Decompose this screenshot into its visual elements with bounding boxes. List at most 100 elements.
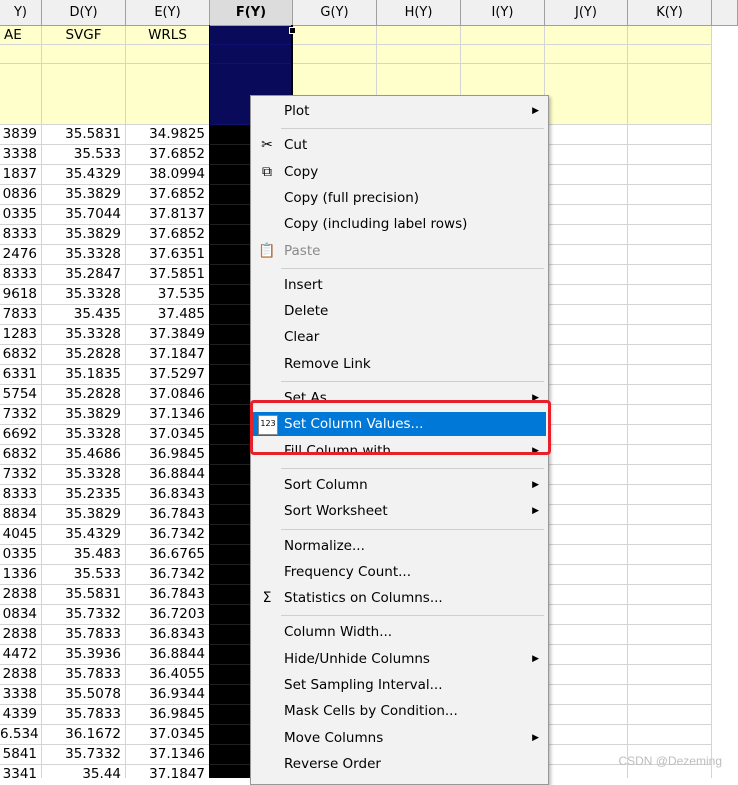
menu-item-remove-link[interactable]: Remove Link [253, 352, 546, 376]
data-cell[interactable] [545, 525, 628, 545]
data-cell[interactable] [628, 145, 712, 165]
data-cell[interactable]: 5841 [0, 745, 42, 765]
data-cell[interactable]: 37.535 [126, 285, 210, 305]
data-cell[interactable]: 6692 [0, 425, 42, 445]
data-cell[interactable] [545, 125, 628, 145]
data-cell[interactable]: 6832 [0, 445, 42, 465]
menu-item-mask-cells-by-condition[interactable]: Mask Cells by Condition... [253, 699, 546, 723]
column-header[interactable]: J(Y) [545, 0, 628, 26]
data-cell[interactable]: 35.5831 [42, 125, 126, 145]
data-cell[interactable]: 35.533 [42, 565, 126, 585]
label-row-cell[interactable] [210, 45, 293, 64]
data-cell[interactable] [545, 705, 628, 725]
data-cell[interactable] [545, 165, 628, 185]
data-cell[interactable]: 35.3829 [42, 225, 126, 245]
data-cell[interactable] [545, 345, 628, 365]
data-cell[interactable]: 36.7843 [126, 505, 210, 525]
data-cell[interactable] [628, 665, 712, 685]
data-cell[interactable]: 7332 [0, 465, 42, 485]
column-header[interactable]: H(Y) [377, 0, 461, 26]
data-cell[interactable]: 37.8137 [126, 205, 210, 225]
data-cell[interactable]: 35.3829 [42, 505, 126, 525]
data-cell[interactable]: 6331 [0, 365, 42, 385]
data-cell[interactable] [545, 445, 628, 465]
data-cell[interactable]: 35.3829 [42, 405, 126, 425]
menu-item-normalize[interactable]: Normalize... [253, 534, 546, 558]
menu-item-copy-including-label-rows[interactable]: Copy (including label rows) [253, 212, 546, 236]
data-cell[interactable]: 7833 [0, 305, 42, 325]
data-cell[interactable]: 36.9344 [126, 685, 210, 705]
label-row-cell[interactable] [628, 45, 712, 64]
data-cell[interactable] [628, 385, 712, 405]
data-cell[interactable] [628, 525, 712, 545]
data-cell[interactable] [545, 305, 628, 325]
column-header[interactable]: Y) [0, 0, 42, 26]
data-cell[interactable] [628, 545, 712, 565]
data-cell[interactable] [628, 465, 712, 485]
data-cell[interactable] [628, 425, 712, 445]
data-cell[interactable] [545, 645, 628, 665]
data-cell[interactable] [545, 685, 628, 705]
data-cell[interactable] [545, 405, 628, 425]
data-cell[interactable]: 36.8844 [126, 645, 210, 665]
data-cell[interactable]: 36.7342 [126, 565, 210, 585]
data-cell[interactable]: 37.0846 [126, 385, 210, 405]
data-cell[interactable]: 3338 [0, 685, 42, 705]
data-cell[interactable] [545, 205, 628, 225]
data-cell[interactable]: 35.5078 [42, 685, 126, 705]
data-cell[interactable] [628, 605, 712, 625]
menu-item-hide-unhide-columns[interactable]: Hide/Unhide Columns ▶ [253, 647, 546, 671]
data-cell[interactable]: 0335 [0, 205, 42, 225]
data-cell[interactable] [628, 365, 712, 385]
data-cell[interactable]: 0335 [0, 545, 42, 565]
label-row-cell[interactable] [42, 64, 126, 125]
data-cell[interactable]: 35.4329 [42, 165, 126, 185]
data-cell[interactable]: 35.435 [42, 305, 126, 325]
data-cell[interactable]: 35.7833 [42, 665, 126, 685]
data-cell[interactable] [545, 265, 628, 285]
data-cell[interactable]: 36.7203 [126, 605, 210, 625]
data-cell[interactable]: 3839 [0, 125, 42, 145]
data-cell[interactable] [545, 765, 628, 778]
menu-item-cut[interactable]: ✂ Cut [253, 133, 546, 157]
data-cell[interactable]: 36.7342 [126, 525, 210, 545]
data-cell[interactable] [545, 245, 628, 265]
menu-item-copy[interactable]: ⧉ Copy [253, 160, 546, 184]
menu-item-delete[interactable]: Delete [253, 299, 546, 323]
data-cell[interactable]: 6.534 [0, 725, 42, 745]
data-cell[interactable] [628, 445, 712, 465]
data-cell[interactable] [545, 425, 628, 445]
data-cell[interactable]: 37.1346 [126, 405, 210, 425]
data-cell[interactable]: 36.7843 [126, 585, 210, 605]
data-cell[interactable] [545, 185, 628, 205]
data-cell[interactable] [628, 265, 712, 285]
column-long-name-cell[interactable] [210, 26, 293, 45]
data-cell[interactable]: 35.2828 [42, 385, 126, 405]
data-cell[interactable] [628, 185, 712, 205]
data-cell[interactable]: 35.3328 [42, 465, 126, 485]
data-cell[interactable] [628, 585, 712, 605]
label-row-cell[interactable] [293, 45, 377, 64]
data-cell[interactable] [545, 625, 628, 645]
data-cell[interactable] [545, 285, 628, 305]
data-cell[interactable]: 37.1847 [126, 765, 210, 778]
column-long-name-cell[interactable] [461, 26, 545, 45]
data-cell[interactable]: 37.0345 [126, 725, 210, 745]
data-cell[interactable]: 36.4055 [126, 665, 210, 685]
data-cell[interactable] [628, 565, 712, 585]
data-cell[interactable]: 35.3829 [42, 185, 126, 205]
column-header[interactable]: G(Y) [293, 0, 377, 26]
label-row-cell[interactable] [628, 64, 712, 125]
menu-item-clear[interactable]: Clear [253, 325, 546, 349]
data-cell[interactable] [628, 685, 712, 705]
data-cell[interactable]: 8333 [0, 485, 42, 505]
data-cell[interactable] [545, 605, 628, 625]
data-cell[interactable]: 35.7332 [42, 745, 126, 765]
data-cell[interactable]: 36.8844 [126, 465, 210, 485]
data-cell[interactable] [545, 465, 628, 485]
data-cell[interactable]: 3341 [0, 765, 42, 778]
data-cell[interactable]: 37.6351 [126, 245, 210, 265]
data-cell[interactable]: 35.3328 [42, 325, 126, 345]
data-cell[interactable] [628, 725, 712, 745]
column-header[interactable]: F(Y) [210, 0, 293, 26]
